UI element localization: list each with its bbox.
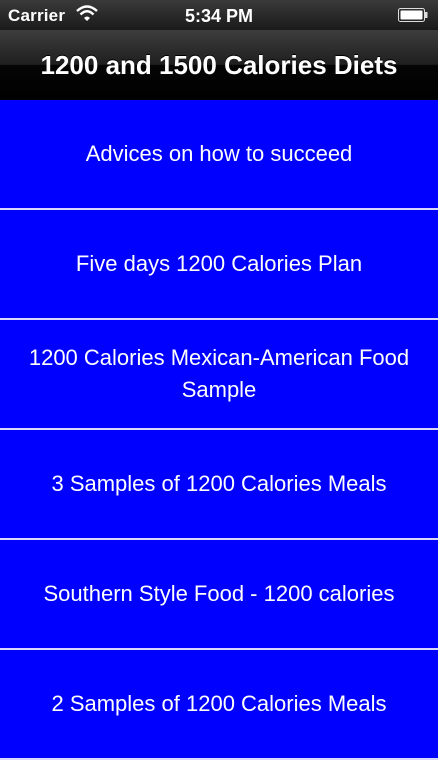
menu-list: Advices on how to succeed Five days 1200… xyxy=(0,100,438,760)
list-item-advices[interactable]: Advices on how to succeed xyxy=(0,100,438,210)
list-item-3-samples[interactable]: 3 Samples of 1200 Calories Meals xyxy=(0,430,438,540)
status-bar: Carrier 5:34 PM xyxy=(0,0,438,30)
list-item-label: Advices on how to succeed xyxy=(85,141,353,166)
list-item-mexican-american[interactable]: 1200 Calories Mexican-American Food Samp… xyxy=(0,320,438,430)
list-item-label: 3 Samples of 1200 Calories Meals xyxy=(51,471,387,496)
page-title: 1200 and 1500 Calories Diets xyxy=(40,50,398,80)
list-item-five-days-plan[interactable]: Five days 1200 Calories Plan xyxy=(0,210,438,320)
navigation-bar: 1200 and 1500 Calories Diets xyxy=(0,30,438,100)
list-item-southern-style[interactable]: Southern Style Food - 1200 calories xyxy=(0,540,438,650)
list-item-label: Southern Style Food - 1200 calories xyxy=(43,581,395,606)
list-item-label: Five days 1200 Calories Plan xyxy=(75,251,363,276)
status-time: 5:34 PM xyxy=(184,6,254,26)
battery-icon xyxy=(398,8,428,22)
list-item-label: 1200 Calories Mexican-American Food Samp… xyxy=(28,345,410,402)
list-item-label: 2 Samples of 1200 Calories Meals xyxy=(51,691,387,716)
list-item-2-samples[interactable]: 2 Samples of 1200 Calories Meals xyxy=(0,650,438,760)
